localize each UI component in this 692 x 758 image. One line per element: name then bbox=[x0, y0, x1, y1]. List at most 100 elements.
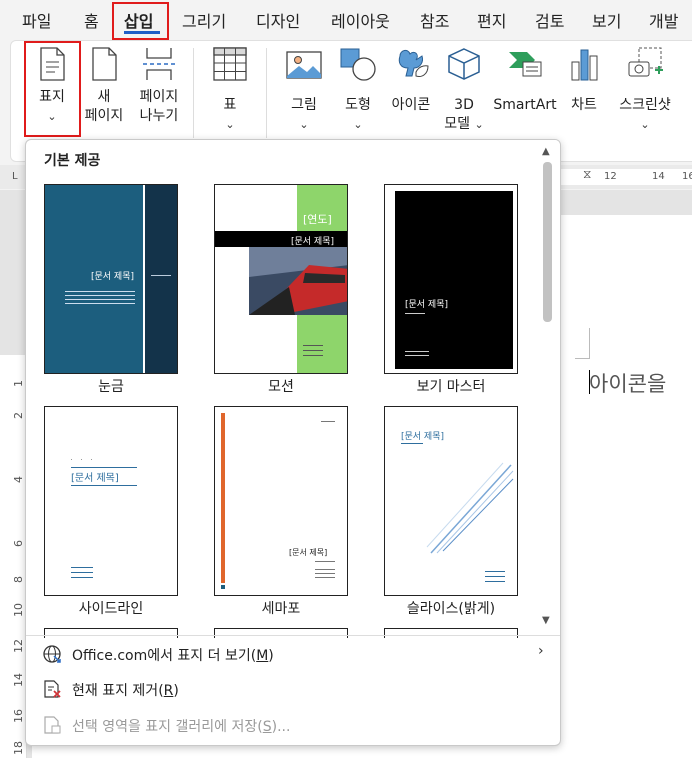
submenu-arrow-icon: › bbox=[538, 643, 544, 659]
slice-lines-icon bbox=[426, 462, 514, 554]
tab-design[interactable]: 디자인 bbox=[256, 8, 300, 32]
globe-icon bbox=[43, 645, 61, 663]
cover-doc-title: [문서 제목] bbox=[291, 237, 335, 247]
tab-review[interactable]: 검토 bbox=[535, 8, 564, 32]
blank-page-button[interactable]: 새 페이지 bbox=[82, 46, 126, 126]
ruler-number: 16 bbox=[12, 709, 25, 723]
ruler-number: 14 bbox=[12, 673, 25, 687]
accelerator-key: M bbox=[256, 648, 269, 664]
cover-date-line bbox=[321, 421, 335, 422]
tab-file[interactable]: 파일 bbox=[22, 8, 51, 32]
shapes-button[interactable]: 도형 ⌄ bbox=[336, 46, 380, 134]
icons-icon bbox=[398, 49, 429, 77]
page-break-button[interactable]: 페이지 나누기 bbox=[132, 46, 186, 126]
smartart-button[interactable]: SmartArt bbox=[492, 46, 558, 115]
ruler-number: 2 bbox=[12, 412, 25, 419]
cover-accent-dot bbox=[221, 585, 225, 589]
cover-info-lines bbox=[303, 345, 323, 346]
smartart-icon bbox=[509, 52, 542, 77]
cover-thumbnail-grid[interactable]: [문서 제목] bbox=[44, 184, 178, 374]
tab-draw[interactable]: 그리기 bbox=[182, 8, 226, 32]
chevron-down-icon: ⌄ bbox=[353, 118, 363, 131]
cover-rule-bottom bbox=[71, 485, 137, 486]
save-selection-text: 선택 영역을 표지 갤러리에 저장 bbox=[72, 719, 258, 735]
blank-page-icon bbox=[92, 47, 117, 81]
indent-marker-icon[interactable]: ⧖ bbox=[583, 167, 591, 182]
tab-references[interactable]: 참조 bbox=[420, 8, 449, 32]
tab-mailings[interactable]: 편지 bbox=[477, 8, 506, 32]
cover-thumbnail-semaphore[interactable]: [문서 제목] bbox=[214, 406, 348, 596]
scroll-down-icon[interactable]: ▼ bbox=[542, 615, 550, 626]
pictures-label: 그림 bbox=[291, 97, 317, 113]
cover-doc-title: [문서 제목] bbox=[401, 432, 445, 442]
picture-icon bbox=[286, 51, 322, 79]
chart-button[interactable]: 차트 bbox=[562, 46, 606, 115]
vertical-ruler: 1 2 4 6 8 10 12 14 16 18 bbox=[0, 355, 27, 758]
shapes-label: 도형 bbox=[345, 97, 371, 113]
chevron-down-icon: ⌄ bbox=[474, 118, 484, 131]
ruler-number: 1 bbox=[12, 380, 25, 387]
cover-doc-title: [문서 제목] bbox=[405, 300, 449, 310]
ruler-strip bbox=[560, 169, 692, 185]
icons-button[interactable]: 아이콘 bbox=[386, 46, 436, 115]
ruler-number: 6 bbox=[12, 540, 25, 547]
blank-page-label-1: 새 bbox=[97, 89, 111, 105]
table-button[interactable]: 표 ⌄ bbox=[208, 46, 252, 134]
cube-icon bbox=[448, 48, 480, 80]
chevron-down-icon: ⌄ bbox=[640, 118, 650, 131]
cover-side-panel bbox=[145, 185, 177, 373]
ruler-number: 4 bbox=[12, 476, 25, 483]
margin-corner-mark bbox=[575, 328, 590, 359]
table-icon bbox=[213, 47, 247, 81]
scroll-up-icon[interactable]: ▲ bbox=[542, 146, 550, 157]
tab-layout[interactable]: 레이아웃 bbox=[331, 8, 390, 32]
cover-page-dropdown: 기본 제공 [문서 제목] 눈금 [연도] [문서 제목] 모션 [문서 제목]… bbox=[25, 139, 561, 746]
tab-home[interactable]: 홈 bbox=[84, 8, 99, 32]
ruler-number: 14 bbox=[652, 171, 665, 182]
more-covers-menu-item[interactable]: Office.com에서 표지 더 보기(M) › bbox=[26, 637, 560, 671]
screenshot-button[interactable]: 스크린샷 ⌄ bbox=[612, 46, 678, 134]
table-label: 표 bbox=[223, 97, 237, 113]
tab-developer[interactable]: 개발 bbox=[649, 8, 678, 32]
highlight-box-cover-button bbox=[24, 41, 81, 137]
ruler-number: 12 bbox=[604, 171, 617, 182]
cover-thumbnail-slice-light[interactable]: [문서 제목] bbox=[384, 406, 518, 596]
cover-name-label: 사이드라인 bbox=[78, 601, 144, 617]
scroll-thumb[interactable] bbox=[543, 162, 552, 322]
gallery-section-title: 기본 제공 bbox=[44, 153, 101, 169]
cover-thumbnail-motion[interactable]: [연도] [문서 제목] bbox=[214, 184, 348, 374]
shapes-icon bbox=[340, 48, 376, 81]
screenshot-label: 스크린샷 bbox=[619, 97, 671, 113]
cover-thumbnail-view-master[interactable]: [문서 제목] bbox=[384, 184, 518, 374]
ribbon-separator bbox=[266, 48, 267, 138]
chart-label: 차트 bbox=[571, 97, 597, 113]
3d-models-label-2: 모델 ⌄ bbox=[440, 115, 488, 134]
tab-view[interactable]: 보기 bbox=[592, 8, 621, 32]
remove-cover-menu-item[interactable]: 현재 표지 제거(R) bbox=[26, 672, 560, 706]
cover-name-label: 세마포 bbox=[261, 601, 301, 617]
gallery-scrollbar[interactable]: ▲ ▼ bbox=[536, 140, 560, 635]
cover-subtitle-line bbox=[151, 275, 171, 276]
blank-page-label-2: 페이지 bbox=[84, 108, 124, 124]
document-text[interactable]: 아이콘을 bbox=[589, 368, 666, 398]
remove-cover-icon bbox=[44, 680, 61, 698]
cover-name-label: 슬라이스(밝게) bbox=[406, 601, 496, 617]
cover-thumbnail-sideline[interactable]: [문서 제목] bbox=[44, 406, 178, 596]
cover-text-lines bbox=[65, 291, 135, 292]
cover-info-lines bbox=[315, 561, 335, 562]
remove-cover-text: 현재 표지 제거 bbox=[72, 683, 159, 699]
cover-doc-title: [문서 제목] bbox=[289, 548, 328, 557]
cover-year: [연도] bbox=[303, 213, 332, 226]
pictures-button[interactable]: 그림 ⌄ bbox=[282, 46, 326, 134]
ribbon-separator bbox=[193, 48, 194, 138]
page-break-label-2: 나누기 bbox=[139, 108, 179, 124]
ruler-number: 18 bbox=[12, 741, 25, 755]
ruler-number: 10 bbox=[12, 603, 25, 617]
3d-models-label-text: 모델 bbox=[444, 116, 471, 132]
ellipsis-text: ... bbox=[277, 719, 291, 735]
3d-models-button[interactable]: 3D 모델 ⌄ bbox=[440, 46, 488, 134]
text-cursor bbox=[589, 370, 590, 394]
save-selection-label: 선택 영역을 표지 갤러리에 저장(S)... bbox=[72, 719, 291, 735]
cover-subtitle-line bbox=[401, 443, 423, 444]
cover-info-lines bbox=[71, 567, 93, 568]
